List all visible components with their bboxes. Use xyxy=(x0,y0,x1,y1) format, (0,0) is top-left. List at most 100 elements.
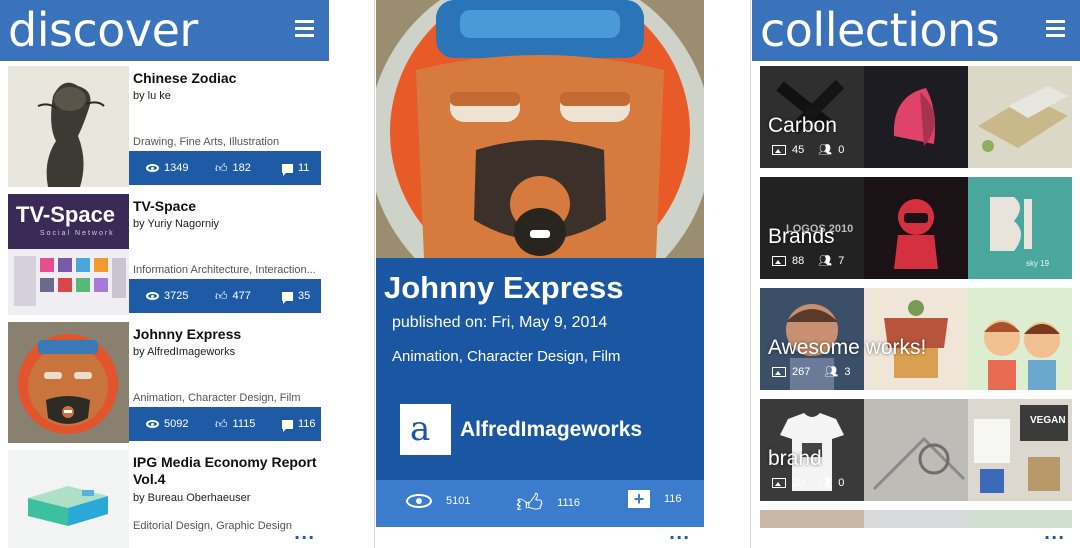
project-cover-image xyxy=(376,0,704,258)
more-menu-button[interactable]: ... xyxy=(1044,524,1065,543)
item-tags: Information Architecture, Interaction... xyxy=(133,264,316,276)
collection-tile[interactable]: Awesome works! 267 👥︎ 3 xyxy=(760,288,1072,390)
project-title: Johnny Express xyxy=(384,270,624,305)
list-item[interactable]: IPG Media Economy Report Vol.4 by Bureau… xyxy=(8,450,321,548)
collections-header: collections xyxy=(752,0,1080,61)
thumbs-up-icon: 👍︎ xyxy=(215,417,228,431)
image-icon xyxy=(772,144,786,155)
collection-stats: 20 👥︎ 0 xyxy=(772,476,844,489)
thumbs-up-icon[interactable]: 👍︎ xyxy=(516,488,543,518)
discover-header: discover xyxy=(0,0,329,61)
image-icon xyxy=(772,255,786,266)
item-title[interactable]: Johnny Express xyxy=(133,326,241,342)
collection-cover-image: sky 19 xyxy=(968,177,1072,279)
thumbnail-image: TV-Space Social Network xyxy=(8,194,129,315)
images-count: 45 xyxy=(792,143,805,156)
collection-stats: 45 👥︎ 0 xyxy=(772,143,844,156)
author-avatar[interactable]: a xyxy=(400,404,451,455)
collection-name: brand xyxy=(768,447,822,470)
page-title: collections xyxy=(760,3,1000,57)
collection-cover-image xyxy=(760,510,864,528)
likes-count: 182 xyxy=(232,162,251,174)
collection-cover-image xyxy=(864,510,968,528)
views-count: 3725 xyxy=(164,290,189,302)
more-menu-button[interactable]: ... xyxy=(294,524,315,543)
followers-count: 0 xyxy=(838,476,845,489)
comment-icon xyxy=(282,419,293,432)
comments-count: 35 xyxy=(298,290,311,302)
comments-count: 116 xyxy=(298,418,316,430)
eye-icon xyxy=(146,292,159,300)
discover-screen: discover Chinese Zodiac by lu ke Drawing… xyxy=(0,0,329,548)
cover-text: sky 19 xyxy=(1026,259,1050,268)
images-count: 20 xyxy=(792,476,805,489)
item-author[interactable]: by Yuriy Nagorniy xyxy=(133,218,219,230)
views-count: 1349 xyxy=(164,162,189,174)
project-stats-bar: 5101 👍︎ 1116 + 116 xyxy=(376,480,704,527)
comments-count: 11 xyxy=(298,162,310,174)
add-comment-icon[interactable]: + xyxy=(628,490,650,508)
collection-name: Awesome works! xyxy=(768,336,927,359)
detail-screen: Johnny Express published on: Fri, May 9,… xyxy=(376,0,704,548)
image-icon xyxy=(772,477,786,488)
more-menu-button[interactable]: ... xyxy=(669,524,690,543)
collection-cover-image xyxy=(864,66,968,168)
collection-cover-image xyxy=(864,399,968,501)
item-tags: Drawing, Fine Arts, Illustration xyxy=(133,136,280,148)
item-author[interactable]: by Bureau Oberhaeuser xyxy=(133,492,250,504)
item-stats-bar: 5092 👍︎ 1115 116 xyxy=(129,407,321,441)
thumbnail-image xyxy=(8,322,129,443)
people-icon: 👥︎ xyxy=(818,477,833,489)
followers-count: 3 xyxy=(844,365,851,378)
collection-cover-image: VEGAN xyxy=(968,399,1072,501)
item-stats-bar: 1349 👍︎ 182 11 xyxy=(129,151,321,185)
cover-text: VEGAN xyxy=(1030,415,1066,426)
collection-name: Carbon xyxy=(768,114,837,137)
likes-count: 1116 xyxy=(557,497,581,509)
author-avatar-letter: a xyxy=(410,409,431,449)
thumbs-up-icon: 👍︎ xyxy=(215,161,228,175)
screen-divider xyxy=(374,0,375,548)
thumbs-up-icon: 👍︎ xyxy=(215,289,228,303)
followers-count: 0 xyxy=(838,143,845,156)
likes-count: 1115 xyxy=(232,418,256,430)
collection-cover-image xyxy=(968,288,1072,390)
item-title[interactable]: TV-Space xyxy=(133,198,196,214)
collection-name: Brands xyxy=(768,225,835,248)
item-author[interactable]: by AlfredImageworks xyxy=(133,346,235,358)
list-item[interactable]: Chinese Zodiac by lu ke Drawing, Fine Ar… xyxy=(8,66,321,187)
people-icon: 👥︎ xyxy=(824,366,839,378)
collection-stats: 267 👥︎ 3 xyxy=(772,365,850,378)
eye-icon xyxy=(146,164,159,172)
list-item[interactable]: TV-Space Social Network TV-Space by Yuri… xyxy=(8,194,321,315)
published-date: published on: Fri, May 9, 2014 xyxy=(392,314,608,331)
author-name[interactable]: AlfredImageworks xyxy=(460,418,642,442)
item-tags: Editorial Design, Graphic Design xyxy=(133,520,292,532)
followers-count: 7 xyxy=(838,254,845,267)
thumbnail-image xyxy=(8,66,129,187)
list-item[interactable]: Johnny Express by AlfredImageworks Anima… xyxy=(8,322,321,443)
eye-icon xyxy=(146,420,159,428)
people-icon: 👥︎ xyxy=(818,144,833,156)
project-tags: Animation, Character Design, Film xyxy=(392,348,621,365)
item-title[interactable]: IPG Media Economy Report Vol.4 xyxy=(133,454,318,488)
collection-cover-image xyxy=(968,66,1072,168)
collection-stats: 88 👥︎ 7 xyxy=(772,254,844,267)
collection-tile[interactable] xyxy=(760,510,1072,528)
thumbnail-logo-text: TV-Space xyxy=(16,202,116,227)
screen-divider xyxy=(750,0,751,548)
collection-tile[interactable]: Carbon 45 👥︎ 0 xyxy=(760,66,1072,168)
eye-icon xyxy=(406,494,432,508)
images-count: 267 xyxy=(792,365,811,378)
item-title[interactable]: Chinese Zodiac xyxy=(133,70,236,86)
page-title: discover xyxy=(8,3,198,57)
item-tags: Animation, Character Design, Film xyxy=(133,392,301,404)
hamburger-menu-icon[interactable] xyxy=(1046,20,1065,37)
item-author[interactable]: by lu ke xyxy=(133,90,171,102)
collection-tile[interactable]: LOGOS 2010 sky 19 Brands 88 👥︎ 7 xyxy=(760,177,1072,279)
likes-count: 477 xyxy=(232,290,251,302)
hamburger-menu-icon[interactable] xyxy=(295,20,314,37)
collection-tile[interactable]: VEGAN brand 20 👥︎ 0 xyxy=(760,399,1072,501)
collections-screen: collections Carbon 45 👥︎ 0 LOGOS 2010 sky… xyxy=(752,0,1080,548)
views-count: 5101 xyxy=(446,495,471,507)
